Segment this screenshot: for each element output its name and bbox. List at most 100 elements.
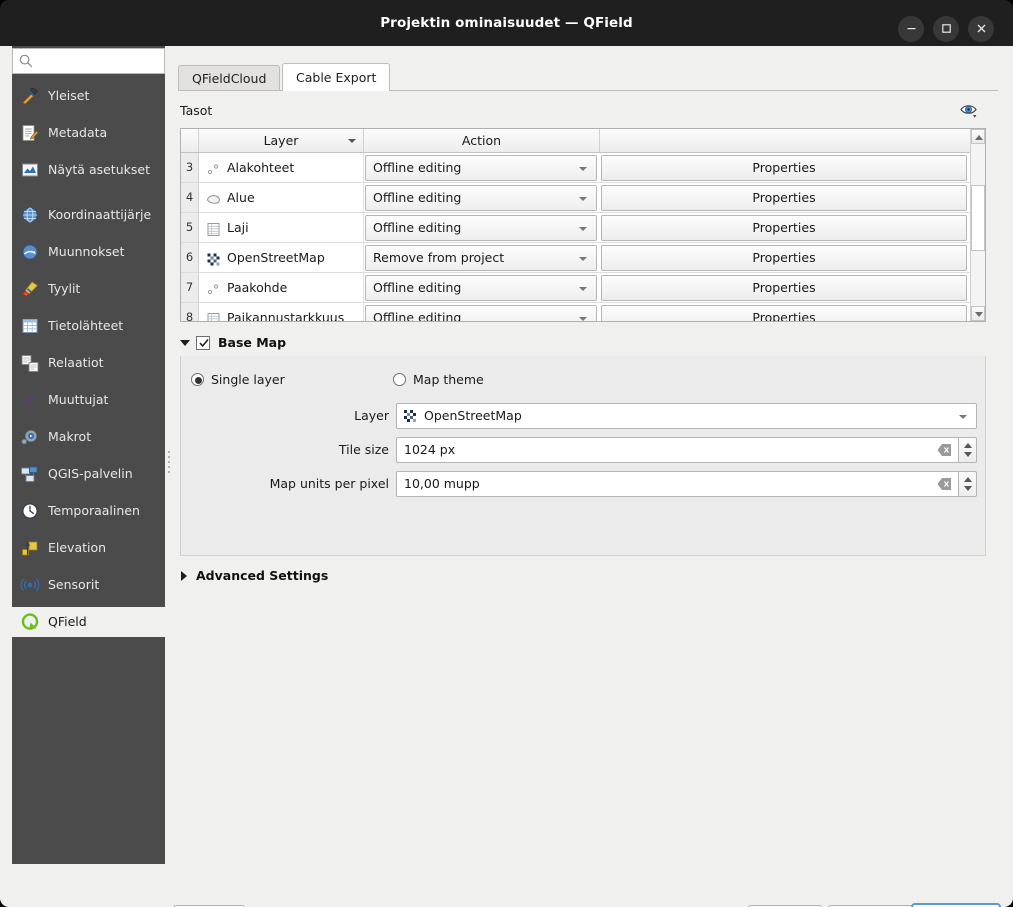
triangle-down-icon <box>975 312 983 317</box>
table-row[interactable]: 3 Alakohteet Offline editing Properties <box>181 153 971 183</box>
base-map-checkbox[interactable] <box>196 336 210 350</box>
scroll-up-button[interactable] <box>971 129 985 144</box>
properties-button[interactable]: Properties <box>601 155 967 181</box>
scroll-down-button[interactable] <box>971 306 985 321</box>
sidebar-item-koordinaattijarjestelma[interactable]: Koordinaattijärje <box>12 200 165 230</box>
action-value: Remove from project <box>373 250 505 265</box>
radio-dot <box>393 373 406 386</box>
action-combobox[interactable]: Offline editing <box>365 305 597 321</box>
column-header-action[interactable]: Action <box>364 129 600 152</box>
tile-size-stepper[interactable] <box>958 437 977 463</box>
sidebar-item-nayta-asetukset[interactable]: Näytä asetukset <box>12 155 165 185</box>
table-row[interactable]: 7 Paakohde Offline editing Properties <box>181 273 971 303</box>
sidebar-item-label: Yleiset <box>48 88 90 103</box>
sidebar-item-muunnokset[interactable]: Muunnokset <box>12 237 165 267</box>
table-vertical-scrollbar[interactable] <box>970 129 985 321</box>
sidebar-item-sensorit[interactable]: Sensorit <box>12 570 165 600</box>
stepper-down-icon[interactable] <box>964 452 972 457</box>
base-map-layer-combobox[interactable]: OpenStreetMap <box>396 403 977 429</box>
sidebar-splitter[interactable] <box>165 46 173 864</box>
column-header-properties[interactable] <box>600 129 971 152</box>
table-row[interactable]: 6 OpenStreetMap Remove from project Prop… <box>181 243 971 273</box>
mupp-stepper[interactable] <box>958 471 977 497</box>
project-properties-dialog: Projektin ominaisuudet — QField Yleiset … <box>0 0 1013 907</box>
settings-sidebar: Yleiset Metadata Näytä asetukset Koordin… <box>12 46 165 864</box>
stepper-up-icon[interactable] <box>964 443 972 448</box>
mupp-value: 10,00 mupp <box>404 476 480 491</box>
layer-field-label: Layer <box>354 408 389 423</box>
gear-play-icon <box>20 427 40 447</box>
row-index: 5 <box>181 213 199 242</box>
sidebar-item-relaatiot[interactable]: Relaatiot <box>12 348 165 378</box>
mupp-field[interactable]: 10,00 mupp <box>396 471 958 497</box>
sidebar-search[interactable] <box>12 48 165 74</box>
properties-button[interactable]: Properties <box>601 275 967 301</box>
action-combobox[interactable]: Offline editing <box>365 215 597 241</box>
triangle-up-icon <box>975 135 983 140</box>
close-button[interactable] <box>968 16 994 42</box>
radio-label: Map theme <box>413 372 484 387</box>
row-index: 7 <box>181 273 199 302</box>
sidebar-item-makrot[interactable]: Makrot <box>12 422 165 452</box>
action-combobox[interactable]: Offline editing <box>365 155 597 181</box>
sidebar-item-tyylit[interactable]: Tyylit <box>12 274 165 304</box>
tab-cable-export[interactable]: Cable Export <box>282 63 391 91</box>
maximize-button[interactable] <box>933 16 959 42</box>
properties-button[interactable]: Properties <box>601 185 967 211</box>
stepper-up-icon[interactable] <box>964 477 972 482</box>
eye-icon[interactable] <box>958 99 984 121</box>
table-header-row: Layer Action <box>181 129 971 153</box>
tile-size-spinbox[interactable]: 1024 px <box>396 437 977 463</box>
cell-layer-name: Alue <box>199 183 364 212</box>
stepper-down-icon[interactable] <box>964 486 972 491</box>
polygon-layer-icon <box>205 189 222 206</box>
search-input[interactable] <box>37 49 163 73</box>
clear-icon[interactable] <box>937 477 952 491</box>
sidebar-item-yleiset[interactable]: Yleiset <box>12 81 165 111</box>
cell-layer-name: Laji <box>199 213 364 242</box>
layer-name-label: Laji <box>227 220 249 235</box>
action-value: Offline editing <box>373 280 462 295</box>
table-row[interactable]: 8 Paikannustarkkuus Offline editing Prop… <box>181 303 971 321</box>
tab-qfieldcloud[interactable]: QFieldCloud <box>178 65 281 91</box>
map-units-per-pixel-spinbox[interactable]: 10,00 mupp <box>396 471 977 497</box>
table-layer-icon <box>205 219 222 236</box>
scrollbar-thumb[interactable] <box>971 185 985 251</box>
sidebar-item-qgis-palvelin[interactable]: QGIS-palvelin <box>12 459 165 489</box>
column-header-index[interactable] <box>181 129 199 152</box>
sidebar-item-qfield[interactable]: QField <box>12 607 165 637</box>
minimize-button[interactable] <box>898 16 924 42</box>
table-row[interactable]: 5 Laji Offline editing Properties <box>181 213 971 243</box>
clear-icon[interactable] <box>937 443 952 457</box>
cell-layer-name: OpenStreetMap <box>199 243 364 272</box>
action-combobox[interactable]: Offline editing <box>365 185 597 211</box>
properties-button[interactable]: Properties <box>601 245 967 271</box>
globe-arrow-icon <box>20 242 40 262</box>
action-combobox[interactable]: Remove from project <box>365 245 597 271</box>
properties-button[interactable]: Properties <box>601 305 967 321</box>
collapse-triangle-icon[interactable] <box>180 340 190 346</box>
view-settings-icon <box>20 160 40 180</box>
sidebar-item-muuttujat[interactable]: ε Muuttujat <box>12 385 165 415</box>
ok-button[interactable]: OK <box>911 903 1001 907</box>
advanced-settings-header[interactable]: Advanced Settings <box>180 566 480 588</box>
sidebar-item-elevation[interactable]: Elevation <box>12 533 165 563</box>
chevron-down-icon <box>579 317 587 321</box>
properties-button[interactable]: Properties <box>601 215 967 241</box>
epsilon-icon: ε <box>20 390 40 410</box>
action-combobox[interactable]: Offline editing <box>365 275 597 301</box>
sidebar-item-tietolahteet[interactable]: Tietolähteet <box>12 311 165 341</box>
tile-size-field[interactable]: 1024 px <box>396 437 958 463</box>
layers-section-title: Tasot <box>180 103 213 118</box>
sidebar-item-label: Elevation <box>48 540 107 555</box>
paintbrush-icon <box>20 279 40 299</box>
point-layer-icon <box>205 159 222 176</box>
sidebar-item-temporaalinen[interactable]: Temporaalinen <box>12 496 165 526</box>
raster-layer-icon <box>403 409 418 424</box>
table-row[interactable]: 4 Alue Offline editing Properties <box>181 183 971 213</box>
sidebar-item-metadata[interactable]: Metadata <box>12 118 165 148</box>
tab-bar: QFieldCloud Cable Export <box>178 63 998 91</box>
column-header-layer[interactable]: Layer <box>199 129 364 152</box>
dialog-body: Yleiset Metadata Näytä asetukset Koordin… <box>0 46 1013 907</box>
sidebar-item-label: Temporaalinen <box>48 503 140 518</box>
